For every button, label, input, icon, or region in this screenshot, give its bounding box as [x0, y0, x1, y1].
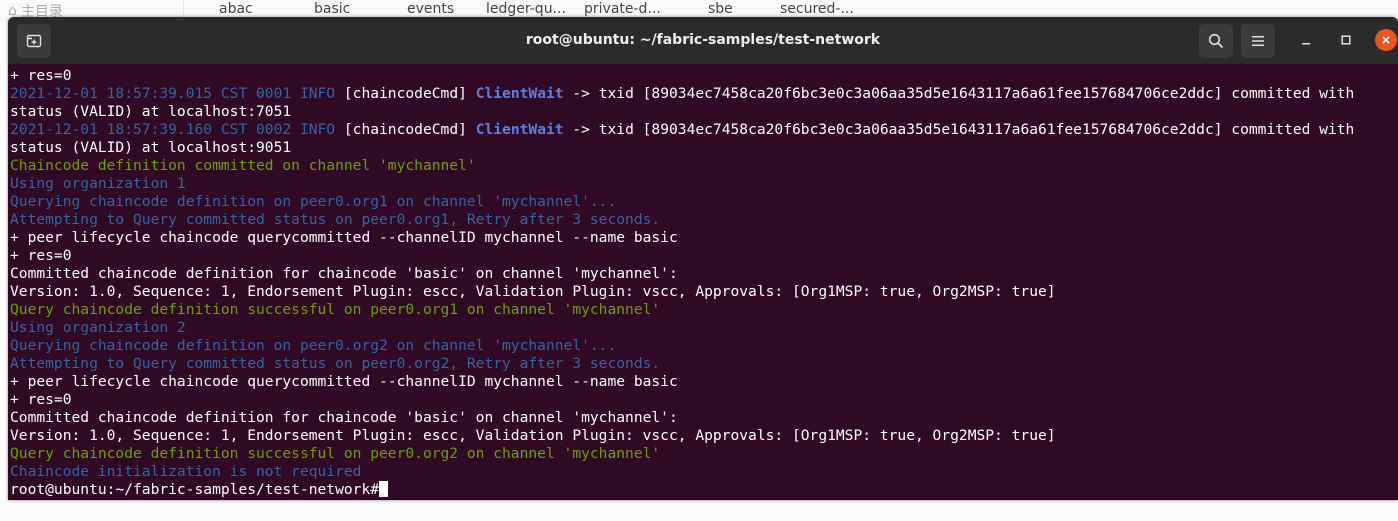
file-item[interactable]: events	[407, 1, 454, 17]
terminal-line: + res=0	[10, 247, 1396, 265]
terminal-text-segment: + peer lifecycle chaincode querycommitte…	[10, 229, 678, 246]
terminal-line: Using organization 1	[10, 175, 1396, 193]
terminal-text-segment: Committed chaincode definition for chain…	[10, 409, 678, 426]
terminal-text-segment: + res=0	[10, 391, 72, 408]
close-button[interactable]	[1375, 29, 1397, 51]
minimize-button[interactable]	[1295, 29, 1317, 51]
terminal-text-segment: Committed chaincode definition for chain…	[10, 265, 678, 282]
terminal-line: Query chaincode definition successful on…	[10, 445, 1396, 463]
terminal-text-segment: [chaincodeCmd]	[335, 85, 476, 102]
terminal-text-segment: Using organization 2	[10, 319, 186, 336]
terminal-line: Chaincode definition committed on channe…	[10, 157, 1396, 175]
menu-button[interactable]	[1241, 24, 1275, 58]
terminal-line: + peer lifecycle chaincode querycommitte…	[10, 373, 1396, 391]
terminal-text-segment: -> txid [89034ec7458ca20f6bc3e0c3a06aa35…	[563, 121, 1355, 138]
minimize-icon	[1302, 43, 1310, 45]
terminal-line: Using organization 2	[10, 319, 1396, 337]
terminal-line: Attempting to Query committed status on …	[10, 211, 1396, 229]
hamburger-menu-icon	[1252, 36, 1264, 46]
terminal-text-segment: Attempting to Query committed status on …	[10, 211, 661, 228]
close-icon	[1382, 36, 1390, 44]
terminal-text-segment: Querying chaincode definition on peer0.o…	[10, 337, 617, 354]
terminal-text-segment: + peer lifecycle chaincode querycommitte…	[10, 373, 678, 390]
terminal-text-segment: ClientWait	[475, 121, 564, 138]
terminal-line: 2021-12-01 18:57:39.015 CST 0001 INFO [c…	[10, 85, 1396, 103]
file-item[interactable]: sbe	[708, 1, 733, 17]
terminal-text-segment: Chaincode definition committed on channe…	[10, 157, 476, 174]
terminal-text-segment: Query chaincode definition successful on…	[10, 445, 661, 462]
file-item[interactable]: private-d...	[584, 1, 661, 17]
terminal-line: Version: 1.0, Sequence: 1, Endorsement P…	[10, 283, 1396, 301]
file-manager-bottom	[0, 500, 1398, 521]
terminal-window[interactable]: root@ubuntu: ~/fabric-samples/test-netwo…	[8, 17, 1398, 500]
terminal-line: + peer lifecycle chaincode querycommitte…	[10, 229, 1396, 247]
title-bar[interactable]: root@ubuntu: ~/fabric-samples/test-netwo…	[8, 17, 1398, 64]
terminal-line: + res=0	[10, 67, 1396, 85]
terminal-line: status (VALID) at localhost:9051	[10, 139, 1396, 157]
file-item[interactable]: abac	[219, 1, 253, 17]
terminal-text-segment: Version: 1.0, Sequence: 1, Endorsement P…	[10, 427, 1056, 444]
terminal-line: + res=0	[10, 391, 1396, 409]
terminal-output[interactable]: + res=0 2021-12-01 18:57:39.015 CST 0001 …	[10, 67, 1396, 500]
terminal-text-segment: -> txid [89034ec7458ca20f6bc3e0c3a06aa35…	[563, 85, 1355, 102]
terminal-line: Querying chaincode definition on peer0.o…	[10, 337, 1396, 355]
shell-prompt: root@ubuntu:~/fabric-samples/test-networ…	[10, 481, 380, 498]
terminal-line: Querying chaincode definition on peer0.o…	[10, 193, 1396, 211]
file-item[interactable]: basic	[314, 1, 350, 17]
terminal-text-segment: Query chaincode definition successful on…	[10, 301, 661, 318]
maximize-icon	[1341, 35, 1351, 45]
terminal-text-segment: Using organization 1	[10, 175, 186, 192]
file-item[interactable]: ledger-qu...	[486, 1, 566, 17]
terminal-text-segment: Querying chaincode definition on peer0.o…	[10, 193, 617, 210]
terminal-text-segment: Attempting to Query committed status on …	[10, 355, 661, 372]
terminal-text-segment: ClientWait	[475, 85, 564, 102]
terminal-text-segment: status (VALID) at localhost:9051	[10, 139, 292, 156]
search-button[interactable]	[1199, 24, 1233, 58]
text-cursor	[379, 481, 389, 497]
terminal-text-segment: + res=0	[10, 247, 72, 264]
terminal-line: status (VALID) at localhost:7051	[10, 103, 1396, 121]
terminal-line: Chaincode initialization is not required	[10, 463, 1396, 481]
terminal-line: 2021-12-01 18:57:39.160 CST 0002 INFO [c…	[10, 121, 1396, 139]
terminal-text-segment: status (VALID) at localhost:7051	[10, 103, 292, 120]
terminal-line: Query chaincode definition successful on…	[10, 301, 1396, 319]
terminal-text-segment: Version: 1.0, Sequence: 1, Endorsement P…	[10, 283, 1056, 300]
terminal-scrollbar[interactable]	[1390, 65, 1398, 500]
terminal-text-segment: [chaincodeCmd]	[335, 121, 476, 138]
terminal-text-segment: Chaincode initialization is not required	[10, 463, 362, 480]
terminal-text-segment: + res=0	[10, 67, 72, 84]
terminal-line: Version: 1.0, Sequence: 1, Endorsement P…	[10, 427, 1396, 445]
terminal-line: Attempting to Query committed status on …	[10, 355, 1396, 373]
terminal-line: Committed chaincode definition for chain…	[10, 265, 1396, 283]
terminal-line: Committed chaincode definition for chain…	[10, 409, 1396, 427]
file-item[interactable]: secured-...	[780, 1, 854, 17]
maximize-button[interactable]	[1335, 29, 1357, 51]
terminal-prompt-line[interactable]: root@ubuntu:~/fabric-samples/test-networ…	[10, 481, 1396, 499]
terminal-text-segment: 2021-12-01 18:57:39.160 CST 0002 INFO	[10, 121, 336, 138]
terminal-text-segment: 2021-12-01 18:57:39.015 CST 0001 INFO	[10, 85, 336, 102]
window-title: root@ubuntu: ~/fabric-samples/test-netwo…	[525, 32, 881, 48]
search-icon	[1208, 33, 1224, 49]
